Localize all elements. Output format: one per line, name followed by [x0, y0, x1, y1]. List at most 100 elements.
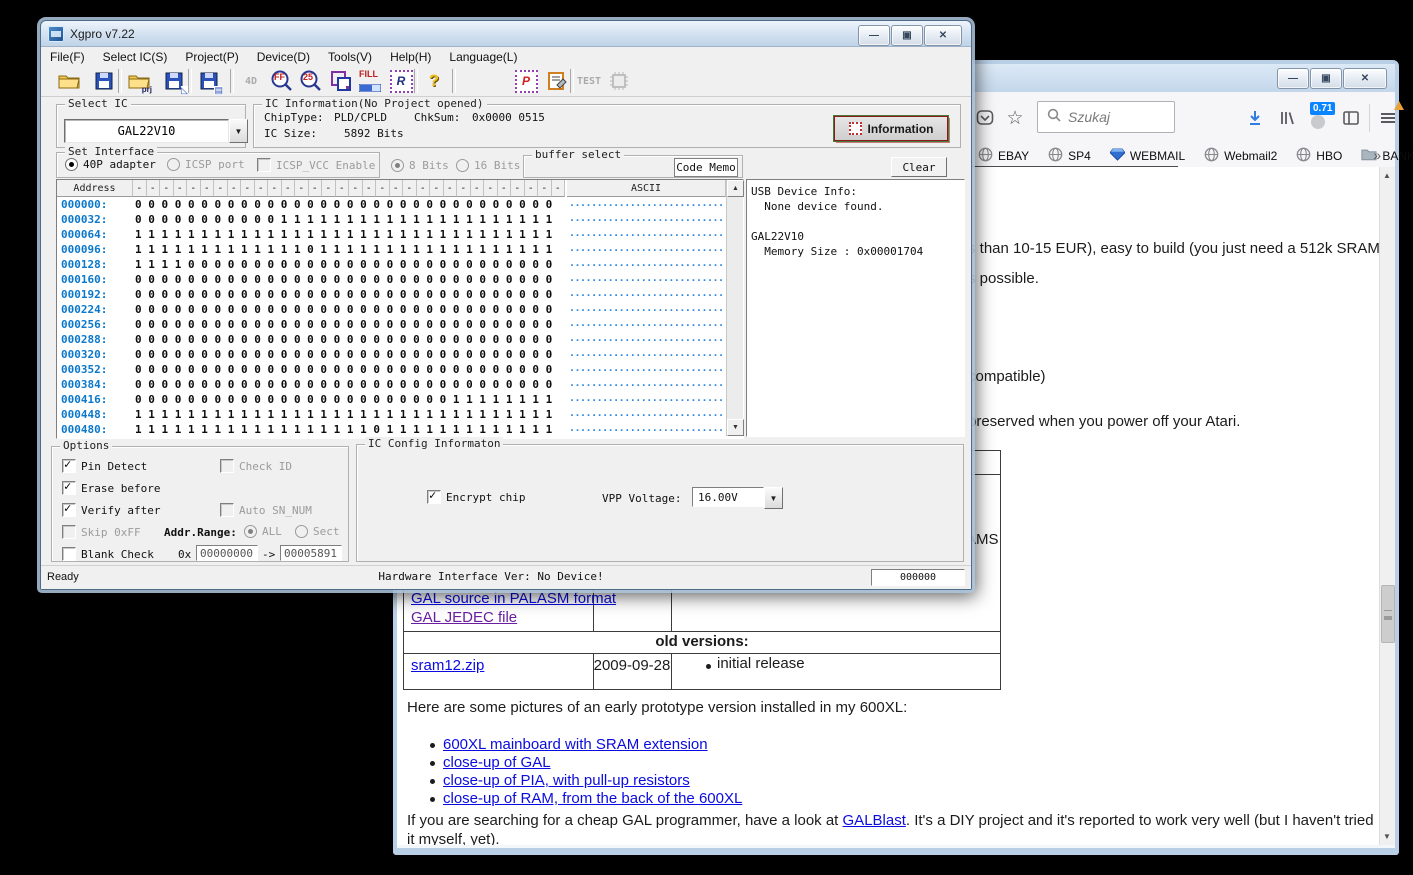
buffer-row[interactable]: 000384:0 0 0 0 0 0 0 0 0 0 0 0 0 0 0 0 0…	[57, 377, 725, 393]
range-to-field[interactable]: 00005891	[280, 545, 342, 561]
currency-addon-icon[interactable]: 0.71	[1306, 108, 1330, 132]
range-from-field[interactable]: 00000000	[196, 545, 258, 561]
buffer-row[interactable]: 000128:1 1 1 1 0 0 0 0 0 0 0 0 0 0 0 0 0…	[57, 257, 725, 273]
search-field[interactable]: Szukaj	[1037, 101, 1175, 133]
buffer-row[interactable]: 000096:1 1 1 1 1 1 1 1 1 1 1 1 1 0 1 1 1…	[57, 242, 725, 258]
bookmark-hbo[interactable]: HBO	[1296, 147, 1342, 165]
maximize-button[interactable]: ▣	[1310, 68, 1342, 89]
table-file-link[interactable]: GAL JEDEC file	[411, 609, 616, 626]
chip-extra-button[interactable]	[606, 68, 632, 94]
buffer-window-button[interactable]	[328, 68, 354, 94]
bookmark-ebay[interactable]: EBAY	[978, 147, 1029, 165]
photo-link[interactable]: close-up of GAL	[443, 754, 551, 771]
menu-deviced[interactable]: Device(D)	[248, 48, 319, 66]
program-chip-button[interactable]: P	[513, 68, 539, 94]
minimize-button[interactable]: —	[1277, 68, 1309, 89]
save-buffer-button[interactable]: ▤	[196, 68, 222, 94]
checkbox-skip-0xff[interactable]: Skip 0xFF	[62, 525, 141, 539]
minimize-button[interactable]: —	[858, 25, 890, 46]
fill-buffer-button[interactable]: FILL	[358, 68, 384, 94]
bookmark-webmail[interactable]: WEBMAIL	[1110, 148, 1185, 164]
scroll-up-icon[interactable]: ▲	[1382, 171, 1392, 180]
save-file-button[interactable]	[91, 68, 117, 94]
radio-addr-sect[interactable]: Sect	[295, 525, 340, 538]
vpp-dropdown-icon[interactable]: ▼	[764, 487, 783, 509]
buffer-row[interactable]: 000448:1 1 1 1 1 1 1 1 1 1 1 1 1 1 1 1 1…	[57, 407, 725, 423]
checkbox-icsp-vcc[interactable]: ICSP_VCC Enable	[257, 158, 375, 172]
ic-combobox-dropdown-icon[interactable]: ▼	[229, 119, 248, 143]
buffer-row[interactable]: 000416:0 0 0 0 0 0 0 0 0 0 0 0 0 0 0 0 0…	[57, 392, 725, 408]
checkbox-verify-after[interactable]: ✓Verify after	[62, 503, 160, 517]
downloads-icon[interactable]	[1242, 105, 1268, 131]
checkbox-encrypt-chip[interactable]: ✓Encrypt chip	[427, 490, 525, 504]
save-project-button[interactable]: ◺	[161, 68, 187, 94]
close-button[interactable]: ✕	[924, 25, 962, 46]
scroll-down-icon[interactable]: ▼	[1382, 832, 1392, 841]
read-chip-button[interactable]: R	[388, 68, 414, 94]
scrollbar-thumb[interactable]	[1381, 585, 1395, 643]
library-icon[interactable]	[1274, 105, 1300, 131]
buffer-row[interactable]: 000288:0 0 0 0 0 0 0 0 0 0 0 0 0 0 0 0 0…	[57, 332, 725, 348]
scroll-down-icon[interactable]: ▼	[727, 419, 744, 436]
help-button[interactable]: ?	[421, 68, 447, 94]
table-file-link[interactable]: GAL source in PALASM format	[411, 590, 616, 607]
bookmark-star-icon[interactable]: ☆	[1002, 105, 1028, 131]
menu-selectics[interactable]: Select IC(S)	[94, 48, 177, 66]
buffer-row[interactable]: 000352:0 0 0 0 0 0 0 0 0 0 0 0 0 0 0 0 0…	[57, 362, 725, 378]
clear-button[interactable]: Clear	[891, 157, 947, 177]
maximize-button[interactable]: ▣	[891, 25, 923, 46]
bookmark-webmail2[interactable]: Webmail2	[1204, 147, 1277, 165]
photo-link[interactable]: close-up of RAM, from the back of the 60…	[443, 790, 742, 807]
checkbox-erase-before[interactable]: ✓Erase before	[62, 481, 160, 495]
buffer-row[interactable]: 000192:0 0 0 0 0 0 0 0 0 0 0 0 0 0 0 0 0…	[57, 287, 725, 303]
checkbox-check-id[interactable]: Check ID	[220, 459, 292, 473]
edit-note-button[interactable]	[544, 68, 570, 94]
radio-icsp-port[interactable]: ICSP port	[167, 158, 245, 171]
scroll-up-icon[interactable]: ▲	[727, 180, 744, 197]
bookmarks-overflow-chevron[interactable]: »	[1373, 147, 1381, 163]
self-test-button[interactable]: TEST	[576, 68, 602, 94]
close-button[interactable]: ✕	[1343, 68, 1387, 89]
menu-projectp[interactable]: Project(P)	[176, 48, 247, 66]
buffer-scrollbar[interactable]: ▲ ▼	[726, 180, 743, 436]
bookmark-bank[interactable]: BANK	[1361, 148, 1413, 164]
menu-toolsv[interactable]: Tools(V)	[319, 48, 381, 66]
checkbox-pin-detect[interactable]: ✓Pin Detect	[62, 459, 147, 473]
xgpro-titlebar[interactable]: Xgpro v7.22 — ▣ ✕	[41, 21, 971, 47]
buffer-hex-grid[interactable]: Address--------------------------------A…	[56, 179, 744, 439]
vpp-voltage-select[interactable]: 16.00V	[692, 487, 764, 507]
information-button[interactable]: Information	[834, 116, 948, 141]
buffer-row[interactable]: 000064:1 1 1 1 1 1 1 1 1 1 1 1 1 1 1 1 1…	[57, 227, 725, 243]
open-file-button[interactable]	[56, 68, 82, 94]
ic-combobox[interactable]: GAL22V10	[64, 119, 229, 143]
buffer-row[interactable]: 000160:0 0 0 0 0 0 0 0 0 0 0 0 0 0 0 0 0…	[57, 272, 725, 288]
bookmark-sp4[interactable]: SP4	[1048, 147, 1091, 165]
radio-addr-all[interactable]: ALL	[244, 525, 282, 538]
buffer-row[interactable]: 000032:0 0 0 0 0 0 0 0 0 0 0 1 1 1 1 1 1…	[57, 212, 725, 228]
code-memo-tab[interactable]: Code Memo	[674, 158, 738, 177]
buffer-row[interactable]: 000000:0 0 0 0 0 0 0 0 0 0 0 0 0 0 0 0 0…	[57, 197, 725, 213]
find-ff-button[interactable]: FF	[269, 68, 295, 94]
zoom-25-button[interactable]: 25	[298, 68, 324, 94]
buffer-row[interactable]: 000256:0 0 0 0 0 0 0 0 0 0 0 0 0 0 0 0 0…	[57, 317, 725, 333]
menu-filef[interactable]: File(F)	[41, 48, 94, 66]
galblast-link[interactable]: GALBlast	[843, 812, 906, 829]
menu-hamburger-icon[interactable]	[1375, 105, 1401, 131]
radio-16-bits[interactable]: 16 Bits	[456, 159, 520, 172]
photo-link[interactable]: 600XL mainboard with SRAM extension	[443, 736, 708, 753]
table-link-sram12[interactable]: sram12.zip	[411, 657, 484, 674]
checkbox-blank-check[interactable]: Blank Check	[62, 547, 154, 561]
menu-languagel[interactable]: Language(L)	[440, 48, 526, 66]
checkbox-auto-sn[interactable]: Auto SN_NUM	[220, 503, 312, 517]
photo-link[interactable]: close-up of PIA, with pull-up resistors	[443, 772, 690, 789]
radio-40p-adapter[interactable]: 40P adapter	[65, 158, 156, 171]
device-id-button[interactable]: 4D	[238, 68, 264, 94]
radio-8-bits[interactable]: 8 Bits	[391, 159, 449, 172]
buffer-row[interactable]: 000480:1 1 1 1 1 1 1 1 1 1 1 1 1 1 1 1 1…	[57, 422, 725, 438]
pocket-icon[interactable]	[972, 105, 998, 131]
menu-helph[interactable]: Help(H)	[381, 48, 440, 66]
buffer-row[interactable]: 000224:0 0 0 0 0 0 0 0 0 0 0 0 0 0 0 0 0…	[57, 302, 725, 318]
buffer-row[interactable]: 000320:0 0 0 0 0 0 0 0 0 0 0 0 0 0 0 0 0…	[57, 347, 725, 363]
page-scrollbar[interactable]: ▲ ▼	[1379, 167, 1395, 845]
open-project-button[interactable]: prj	[126, 68, 152, 94]
